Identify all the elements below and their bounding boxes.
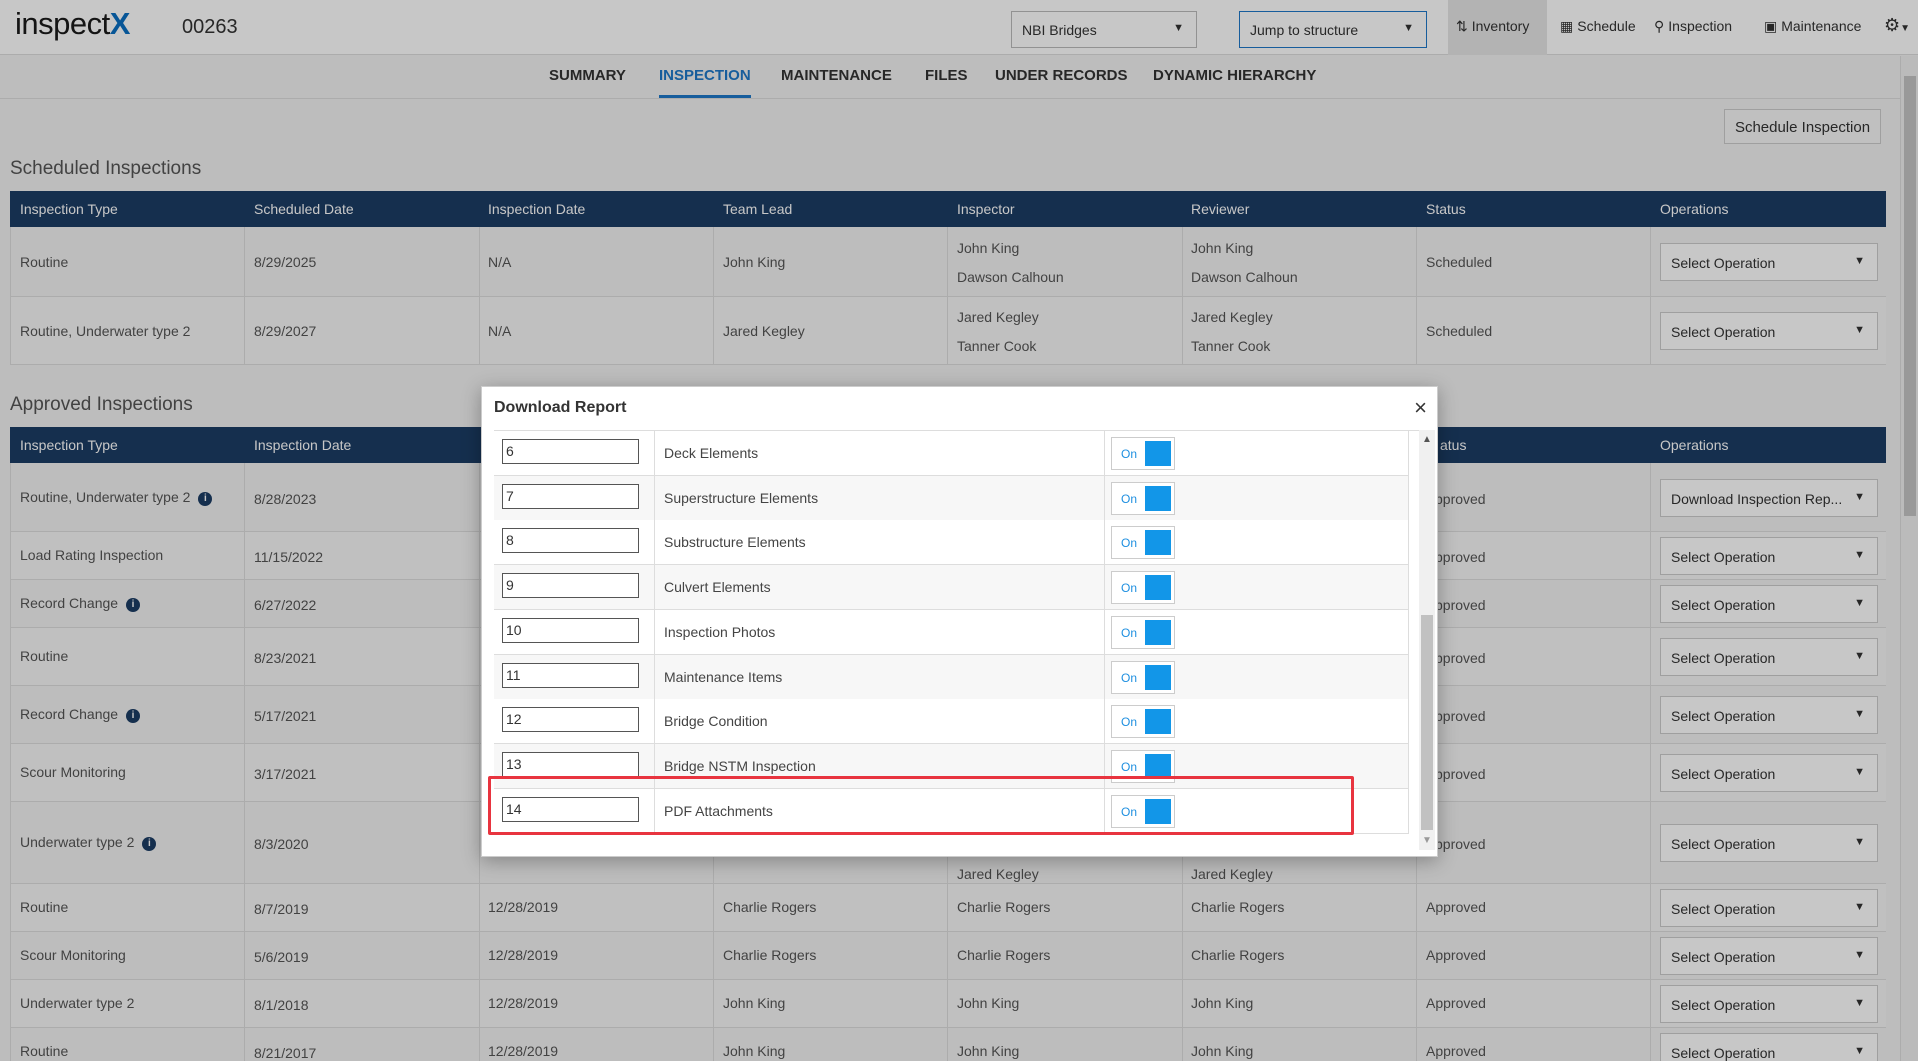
section-order-input[interactable]: 13	[502, 751, 639, 777]
section-order-input[interactable]: 9	[502, 573, 639, 599]
close-button[interactable]: ×	[1414, 395, 1427, 421]
toggle-knob	[1145, 441, 1171, 466]
report-section-row: 8 Substructure Elements On	[494, 520, 1409, 566]
section-toggle[interactable]: On	[1111, 437, 1175, 470]
section-order-input[interactable]: 6	[502, 439, 639, 464]
section-toggle[interactable]: On	[1111, 615, 1175, 649]
section-order-input[interactable]: 12	[502, 707, 639, 733]
report-section-row: 11 Maintenance Items On	[494, 654, 1409, 700]
section-name: Bridge NSTM Inspection	[664, 757, 816, 774]
report-section-row: 12 Bridge Condition On	[494, 699, 1409, 745]
toggle-knob	[1145, 664, 1171, 690]
section-toggle[interactable]: On	[1111, 526, 1175, 560]
modal-title: Download Report	[494, 399, 627, 416]
scroll-down-icon[interactable]: ▼	[1422, 835, 1432, 846]
report-section-row: 6 Deck Elements On	[494, 431, 1409, 476]
scroll-up-icon[interactable]: ▲	[1422, 434, 1432, 445]
toggle-knob	[1145, 619, 1171, 645]
modal-scrollbar[interactable]: ▲ ▼	[1419, 430, 1435, 850]
section-toggle[interactable]: On	[1111, 571, 1175, 605]
toggle-knob	[1145, 530, 1171, 556]
section-name: Bridge Condition	[664, 713, 768, 730]
scrollbar-thumb[interactable]	[1421, 615, 1433, 830]
section-name: Deck Elements	[664, 445, 759, 461]
toggle-knob	[1145, 485, 1171, 511]
section-name: Culvert Elements	[664, 579, 771, 596]
section-name: Inspection Photos	[664, 623, 776, 640]
section-order-input[interactable]: 11	[502, 662, 639, 688]
section-order-input[interactable]: 10	[502, 617, 639, 643]
toggle-knob	[1145, 575, 1171, 601]
highlight-box	[488, 776, 1354, 835]
section-toggle[interactable]: On	[1111, 705, 1175, 739]
section-name: Superstructure Elements	[664, 489, 819, 506]
report-section-row: 7 Superstructure Elements On	[494, 475, 1409, 521]
report-section-row: 10 Inspection Photos On	[494, 609, 1409, 655]
section-order-input[interactable]: 8	[502, 528, 639, 554]
section-toggle[interactable]: On	[1111, 481, 1175, 515]
report-section-row: 9 Culvert Elements On	[494, 565, 1409, 611]
section-name: Maintenance Items	[664, 668, 783, 685]
toggle-knob	[1145, 709, 1171, 735]
section-order-input[interactable]: 7	[502, 483, 639, 509]
section-name: Substructure Elements	[664, 534, 806, 551]
section-toggle[interactable]: On	[1111, 660, 1175, 694]
